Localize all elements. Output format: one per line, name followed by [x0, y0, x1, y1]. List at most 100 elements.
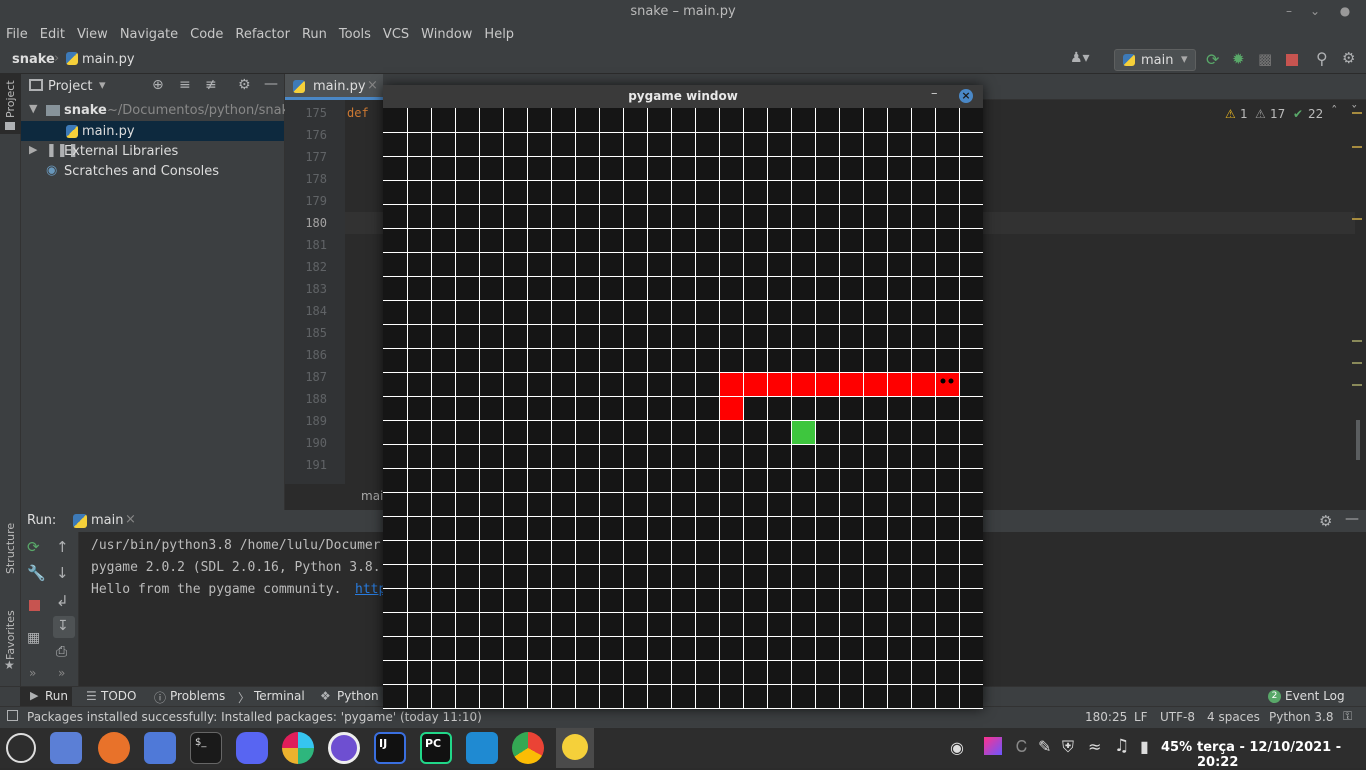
project-tool-tab[interactable]: Project [4, 80, 17, 118]
toolbox-tray-icon[interactable] [984, 737, 1002, 755]
snake-game-canvas[interactable] [383, 108, 983, 709]
status-message[interactable]: Packages installed successfully: Install… [27, 710, 482, 724]
console-link[interactable]: http [355, 582, 386, 597]
settings-icon[interactable]: ⚙ [1342, 49, 1355, 67]
problems-tool-button[interactable]: Problems [170, 689, 225, 703]
toggle-tool-windows-icon[interactable] [7, 710, 18, 721]
menu-navigate[interactable]: Navigate [120, 24, 178, 46]
event-log-tool-button[interactable]: Event Log [1285, 689, 1345, 703]
firefox-icon[interactable] [98, 732, 130, 764]
user-icon[interactable]: ♟▾ [1070, 50, 1090, 66]
indent-setting[interactable]: 4 spaces [1207, 710, 1260, 724]
clock[interactable]: terça - 12/10/2021 - 20:22 [1197, 740, 1366, 770]
menu-code[interactable]: Code [190, 24, 223, 46]
menu-refactor[interactable]: Refactor [235, 24, 290, 46]
intellij-icon[interactable]: IJ [374, 732, 406, 764]
python-interpreter[interactable]: Python 3.8 [1269, 710, 1334, 724]
close-tab-icon[interactable]: × [125, 512, 136, 527]
pygame-app-icon[interactable] [556, 728, 594, 768]
gear-icon[interactable]: ⚙ [238, 77, 251, 93]
expand-all-icon[interactable]: ≡ [179, 77, 191, 93]
menu-tools[interactable]: Tools [339, 24, 371, 46]
terminal-tool-button[interactable]: Terminal [254, 689, 305, 703]
terminal-app-icon[interactable]: $_ [190, 732, 222, 764]
close-window-icon[interactable]: ● [1332, 0, 1358, 24]
caret-position[interactable]: 180:25 [1085, 710, 1127, 724]
more-icon[interactable]: » [58, 666, 65, 680]
menu-vcs[interactable]: VCS [383, 24, 409, 46]
chrome-icon[interactable] [512, 732, 544, 764]
slack-icon[interactable] [282, 732, 314, 764]
menu-run[interactable]: Run [302, 24, 327, 46]
soft-wrap-icon[interactable]: ↲ [56, 592, 69, 610]
pygame-title-bar[interactable]: pygame window [383, 85, 983, 108]
bluetooth-icon[interactable]: Ꮯ [1016, 737, 1027, 757]
arrow-up-icon[interactable]: ↑ [56, 538, 69, 556]
todo-tool-button[interactable]: TODO [101, 689, 136, 703]
minimize-icon[interactable]: – [1276, 0, 1302, 24]
scroll-to-end-button[interactable]: ↧ [53, 616, 75, 638]
pycharm-icon[interactable]: PC [420, 732, 452, 764]
structure-tool-tab[interactable]: Structure [4, 523, 17, 574]
pygame-close-icon[interactable]: × [959, 89, 973, 103]
locate-icon[interactable]: ⊕ [152, 77, 164, 93]
menu-window[interactable]: Window [421, 24, 472, 46]
check-icon[interactable]: ✔ [1293, 107, 1303, 121]
breadcrumb-project[interactable]: snake [12, 52, 55, 67]
menu-view[interactable]: View [77, 24, 108, 46]
favorites-tool-tab[interactable]: Favorites [4, 610, 17, 660]
stop-icon[interactable] [1286, 54, 1298, 66]
layout-icon[interactable]: ▦ [27, 630, 40, 646]
search-icon[interactable]: ⚲ [1316, 49, 1328, 68]
file-encoding[interactable]: UTF-8 [1160, 710, 1195, 724]
menu-help[interactable]: Help [484, 24, 514, 46]
tree-item-scratches[interactable]: ◉ Scratches and Consoles [21, 161, 284, 181]
arrow-down-icon[interactable]: ↓ [56, 564, 69, 582]
rerun-icon[interactable]: ⟳ [1206, 50, 1219, 69]
discord-tray-icon[interactable]: ◉ [950, 738, 964, 757]
maximize-icon[interactable]: ⌄ [1302, 0, 1328, 24]
run-tab[interactable]: main [91, 513, 123, 528]
run-config-selector[interactable]: main ▾ [1114, 49, 1196, 71]
rerun-icon[interactable]: ⟳ [27, 538, 40, 556]
shield-icon[interactable]: ⛨ [1062, 737, 1074, 757]
run-tool-button[interactable]: ▶ Run [20, 687, 72, 706]
battery-icon[interactable]: ▮ [1140, 737, 1149, 756]
lock-icon[interactable]: ⚿ [1343, 709, 1352, 724]
menu-edit[interactable]: Edit [40, 24, 65, 46]
menu-file[interactable]: File [6, 24, 28, 46]
pygame-minimize-icon[interactable]: – [931, 86, 938, 101]
tree-item-external-libraries[interactable]: ▶ ❚❚❚ External Libraries [21, 141, 284, 161]
mint-menu-icon[interactable] [6, 733, 36, 763]
line-separator[interactable]: LF [1134, 710, 1148, 724]
coverage-icon[interactable]: ▩ [1258, 50, 1272, 68]
stop-icon[interactable] [29, 600, 40, 611]
collapse-all-icon[interactable]: ≢ [205, 77, 217, 93]
breadcrumb-file[interactable]: main.py [82, 52, 135, 67]
hide-panel-icon[interactable]: — [264, 76, 278, 92]
warning-icon[interactable]: ⚠ [1225, 107, 1236, 121]
chevron-down-icon[interactable]: ▾ [99, 78, 106, 93]
editor-scrollbar[interactable] [1350, 100, 1366, 484]
chevron-up-icon[interactable]: ˆ [1331, 105, 1338, 120]
tree-item-main-py[interactable]: main.py [21, 121, 284, 141]
project-panel-title[interactable]: Project [48, 79, 92, 94]
close-tab-icon[interactable]: × [367, 78, 378, 93]
clipboard-icon[interactable]: ✎ [1038, 737, 1051, 756]
discord-icon[interactable] [236, 732, 268, 764]
gear-icon[interactable]: ⚙ [1319, 512, 1332, 530]
files-icon[interactable] [144, 732, 176, 764]
tree-item-snake[interactable]: ▼ snake ~/Documentos/python/snake [21, 100, 297, 120]
music-icon[interactable]: ♫ [1114, 736, 1129, 756]
wrench-icon[interactable]: 🔧 [27, 564, 46, 582]
editor-breadcrumb[interactable]: mai [361, 489, 383, 503]
eclipse-icon[interactable] [328, 732, 360, 764]
more-icon[interactable]: » [29, 666, 36, 680]
wifi-icon[interactable]: ≈ [1088, 737, 1101, 756]
desktop-icon[interactable] [50, 732, 82, 764]
hide-panel-icon[interactable]: — [1345, 511, 1359, 527]
debug-icon[interactable]: ✹ [1232, 50, 1245, 68]
weak-warning-icon[interactable]: ⚠ [1255, 107, 1266, 121]
print-icon[interactable]: ⎙ [56, 644, 67, 660]
vscode-icon[interactable] [466, 732, 498, 764]
